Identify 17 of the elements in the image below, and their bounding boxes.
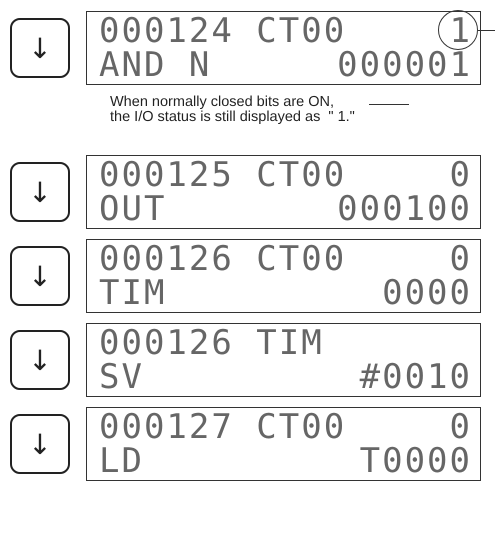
lcd-text: LD — [99, 444, 144, 478]
down-key[interactable]: ↓ — [10, 162, 70, 222]
lcd-text: 000124 CT00 — [99, 14, 346, 48]
lcd-text: 000127 CT00 — [99, 410, 346, 444]
down-key[interactable]: ↓ — [10, 414, 70, 474]
lcd-text: #0010 — [360, 357, 472, 397]
down-key[interactable]: ↓ — [10, 18, 70, 78]
lcd-text: OUT — [99, 192, 166, 226]
down-key[interactable]: ↓ — [10, 246, 70, 306]
lcd-text: SV — [99, 360, 144, 394]
down-key[interactable]: ↓ — [10, 330, 70, 390]
lcd-text: 000126 CT00 — [99, 242, 346, 276]
lcd-text: 000126 TIM — [99, 326, 324, 360]
lcd-text: TIM — [99, 276, 166, 310]
lcd-text: 000125 CT00 — [99, 158, 346, 192]
annotation-text: When normally closed bits are ON, the I/O status is still displayed as " 1." — [110, 95, 355, 125]
lcd-text: AND N — [99, 48, 212, 82]
